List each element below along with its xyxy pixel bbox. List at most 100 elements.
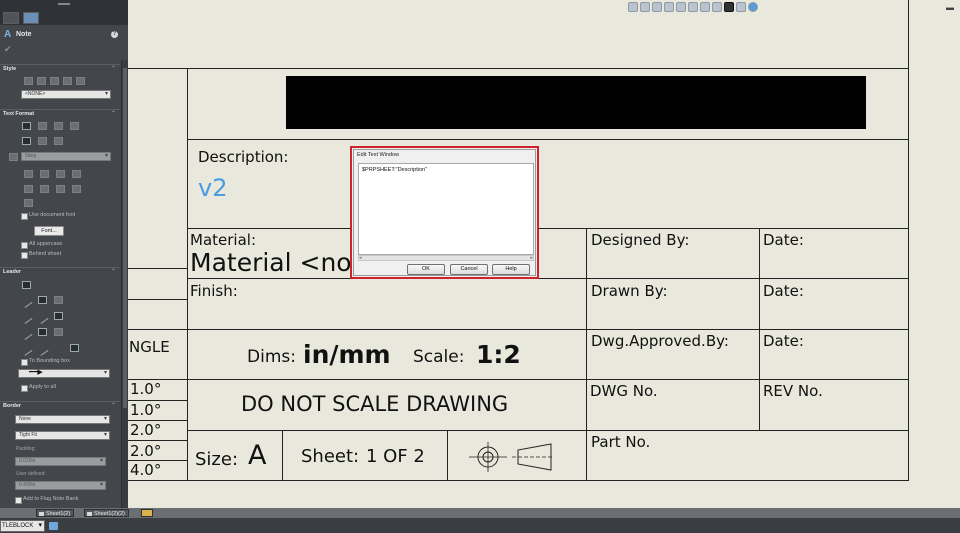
scrollbar-thumb[interactable] [123,68,127,408]
dialog-horizontal-scrollbar[interactable]: ◂ ▸ [358,255,534,261]
edit-text-area[interactable] [358,163,534,255]
zoom-to-area-icon[interactable] [640,2,650,12]
delete-style-icon[interactable] [63,77,72,85]
revision-text[interactable]: v2 [198,174,227,202]
align-center-icon[interactable] [38,122,47,130]
use-document-font-checkbox[interactable]: Use document font [21,212,75,220]
ok-button[interactable]: OK [407,264,445,275]
insert-hole-callout-icon[interactable] [72,185,81,193]
add-to-flag-note-bank-checkbox[interactable]: Add to Flag Note Bank [15,496,78,504]
leader-underlined-icon[interactable] [54,296,63,304]
angle-input[interactable]: 0deg [21,152,111,161]
behind-sheet-checkbox[interactable]: Behind sheet [21,251,61,259]
format-painter-icon[interactable] [24,199,33,207]
tab-property-manager[interactable] [3,12,19,24]
font-button[interactable]: Font... [34,226,64,236]
material-label: Material: [190,231,256,249]
previous-view-icon[interactable] [652,2,662,12]
sheet-tab-2[interactable]: Sheet1(2)(2) [84,509,129,517]
section-style-label: Style [3,66,17,72]
leader-spline-icon[interactable] [20,328,33,340]
align-left-icon[interactable] [22,122,31,130]
add-style-icon[interactable] [37,77,46,85]
section-view-icon[interactable] [664,2,674,12]
padding-input[interactable]: 0.020in [15,457,106,466]
collapse-icon[interactable]: ⌃ [111,268,116,275]
insert-geometric-tolerance-icon[interactable] [24,185,33,193]
insert-hyperlink-icon[interactable] [24,170,33,178]
collapse-icon[interactable]: ⌃ [111,110,116,117]
leader-none-icon[interactable] [22,281,31,289]
align-bottom-icon[interactable] [54,137,63,145]
apply-scene-icon[interactable] [736,2,746,12]
collapse-icon[interactable]: ⌃ [111,65,116,72]
cancel-button[interactable]: Cancel [450,264,488,275]
user-defined-input[interactable]: 0.400in [15,481,106,490]
display-style-icon[interactable] [700,2,710,12]
sheet-tab-1[interactable]: Sheet1(2) [36,509,75,517]
frame-line [128,379,909,380]
drawn-by-label: Drawn By: [591,282,668,300]
panel-scrollbar[interactable] [121,60,128,508]
leader-all-icon[interactable] [38,328,47,336]
frame-line [187,139,909,140]
leader-jog-icon[interactable] [36,344,49,356]
align-middle-icon[interactable] [38,137,47,145]
panel-header: A Note ? [0,28,124,42]
frame-line [128,480,909,481]
section-text-format[interactable]: Text Format ⌃ [0,109,120,118]
zoom-to-fit-icon[interactable] [628,2,638,12]
align-right-icon[interactable] [54,122,63,130]
apply-style-icon[interactable] [24,77,33,85]
section-style[interactable]: Style ⌃ [0,64,120,73]
insert-datum-icon[interactable] [56,185,65,193]
link-to-property-icon[interactable] [40,170,49,178]
edit-text-dialog: Edit Text Window ◂▸ OK Cancel Help [350,146,539,279]
leader-style-icon[interactable] [70,344,79,352]
section-leader[interactable]: Leader ⌃ [0,267,120,276]
leader-nearest-icon[interactable] [54,312,63,320]
help-icon[interactable]: ? [111,31,118,38]
frame-line [128,68,909,69]
arrow-style-select[interactable]: ━━▶ [18,369,110,378]
border-size-select[interactable]: Tight Fit [15,431,110,440]
add-symbol-icon[interactable] [56,170,65,178]
drawing-sheet[interactable]: ▬ Description: v2 Material: Material <no… [128,0,960,508]
leader-left-icon[interactable] [20,312,33,324]
hide-show-icon[interactable] [712,2,722,12]
save-style-icon[interactable] [76,77,85,85]
align-top-icon[interactable] [22,137,31,145]
insert-surface-finish-icon[interactable] [40,185,49,193]
all-uppercase-checkbox[interactable]: All uppercase [21,241,62,249]
layer-select[interactable]: TLEBLOCK [0,520,45,532]
view-settings-icon[interactable] [748,2,758,12]
update-style-icon[interactable] [50,77,59,85]
add-sheet-folder-icon[interactable] [141,509,153,517]
minimize-icon[interactable]: ▬ [946,3,956,12]
border-style-select[interactable]: None [15,415,110,424]
section-border[interactable]: Border ⌃ [0,401,120,410]
section-leader-label: Leader [3,269,22,275]
apply-to-all-checkbox[interactable]: Apply to all [21,384,56,392]
tab-configuration[interactable] [23,12,39,24]
leader-attach-icon[interactable] [54,328,63,336]
collapse-icon[interactable]: ⌃ [111,402,116,409]
view-orientation-icon[interactable] [688,2,698,12]
leader-multi-icon[interactable] [20,344,33,356]
sheet-tab-strip: Sheet1(2) Sheet1(2)(2) [0,508,960,518]
layer-properties-icon[interactable] [49,522,58,530]
ok-check-icon[interactable]: ✔ [4,44,12,55]
size-label: Size: [195,449,239,470]
section-text-format-label: Text Format [3,111,35,117]
leader-right-icon[interactable] [36,312,49,324]
edit-appearance-icon[interactable] [724,2,734,12]
lock-note-icon[interactable] [72,170,81,178]
panel-grip[interactable] [58,3,70,5]
justify-icon[interactable] [70,122,79,130]
leader-straight-icon[interactable] [20,296,33,308]
help-button[interactable]: Help [492,264,530,275]
rotate-view-icon[interactable] [676,2,686,12]
to-bounding-box-checkbox[interactable]: To Bounding box [21,358,70,366]
leader-bent-icon[interactable] [38,296,47,304]
style-select[interactable]: <NONE> [21,90,111,99]
